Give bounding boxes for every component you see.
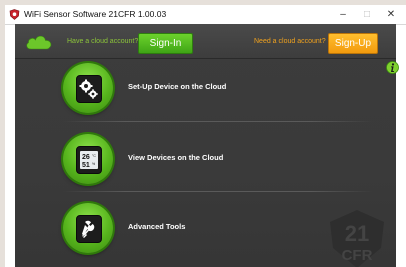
have-account-text: Have a cloud account? [67,38,139,45]
watermark-cfr: CFR [342,247,373,264]
device-display-icon: 26 °C 51 % [76,146,102,174]
close-button[interactable]: ✕ [376,5,406,24]
display-humidity-unit: % [92,162,95,166]
app-window: WiFi Sensor Software 21CFR 1.00.03 – □ ✕… [5,5,406,267]
need-account-text: Need a cloud account? [254,38,326,45]
watermark-number: 21 [345,221,369,246]
info-icon[interactable] [386,61,399,74]
display-temp-value: 26 [82,154,90,161]
account-bar: Have a cloud account? Sign-In Need a clo… [15,24,396,59]
display-temp-unit: °C [92,154,96,158]
window-title: WiFi Sensor Software 21CFR 1.00.03 [24,9,167,19]
app-content: Have a cloud account? Sign-In Need a clo… [15,24,399,267]
divider [63,191,373,192]
view-devices-item[interactable]: 26 °C 51 % View Devices on the Cloud [15,134,375,194]
21cfr-watermark: 21 CFR [330,210,384,267]
advanced-tools-label[interactable]: Advanced Tools [128,222,185,231]
setup-device-item[interactable]: Set-Up Device on the Cloud [15,63,375,123]
wrench-icon [76,215,102,243]
display-humidity-value: 51 [82,162,90,169]
setup-device-button[interactable] [63,63,113,113]
view-devices-button[interactable]: 26 °C 51 % [63,134,113,184]
setup-device-label[interactable]: Set-Up Device on the Cloud [128,82,226,91]
gears-icon [76,75,102,103]
sign-up-button[interactable]: Sign-Up [328,33,378,54]
shield-app-icon [9,9,20,20]
divider [63,121,373,122]
view-devices-label[interactable]: View Devices on the Cloud [128,153,223,162]
cloud-icon [26,35,52,50]
advanced-tools-item[interactable]: Advanced Tools [15,203,375,263]
title-bar: WiFi Sensor Software 21CFR 1.00.03 – □ ✕ [5,5,406,25]
advanced-tools-button[interactable] [63,203,113,253]
sign-in-button[interactable]: Sign-In [138,33,193,54]
